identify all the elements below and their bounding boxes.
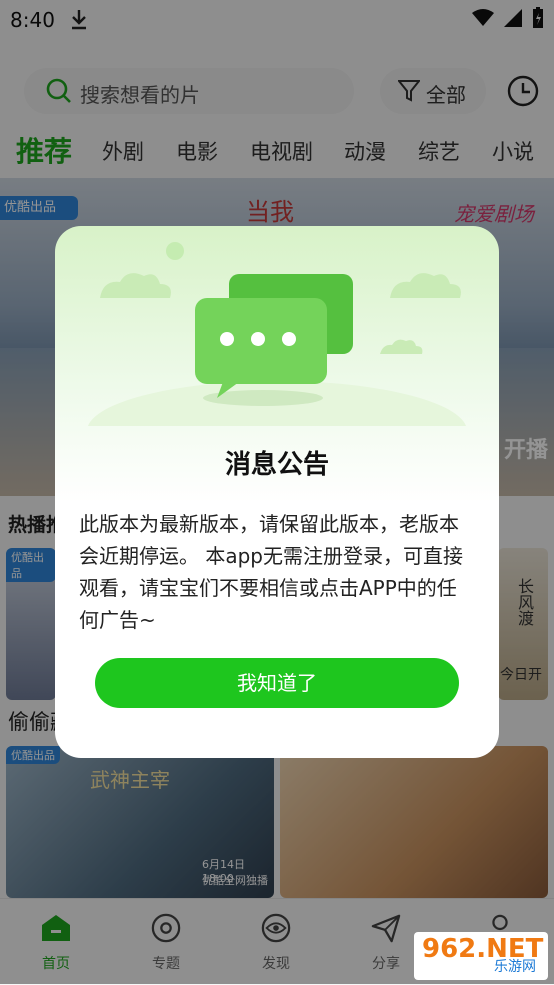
acknowledge-button[interactable]: 我知道了 xyxy=(95,658,459,708)
dialog-message: 此版本为最新版本，请保留此版本，老版本会近期停运。 本app无需注册登录，可直接… xyxy=(79,512,464,632)
chat-bubbles-illustration xyxy=(88,242,466,426)
dialog-title: 消息公告 xyxy=(224,450,329,480)
announcement-dialog: 消息公告 此版本为最新版本，请保留此版本，老版本会近期停运。 本app无需注册登… xyxy=(55,226,499,758)
watermark-subtext: 乐游网 xyxy=(494,959,536,975)
watermark-logo: 962.NET 乐游网 xyxy=(414,932,548,980)
